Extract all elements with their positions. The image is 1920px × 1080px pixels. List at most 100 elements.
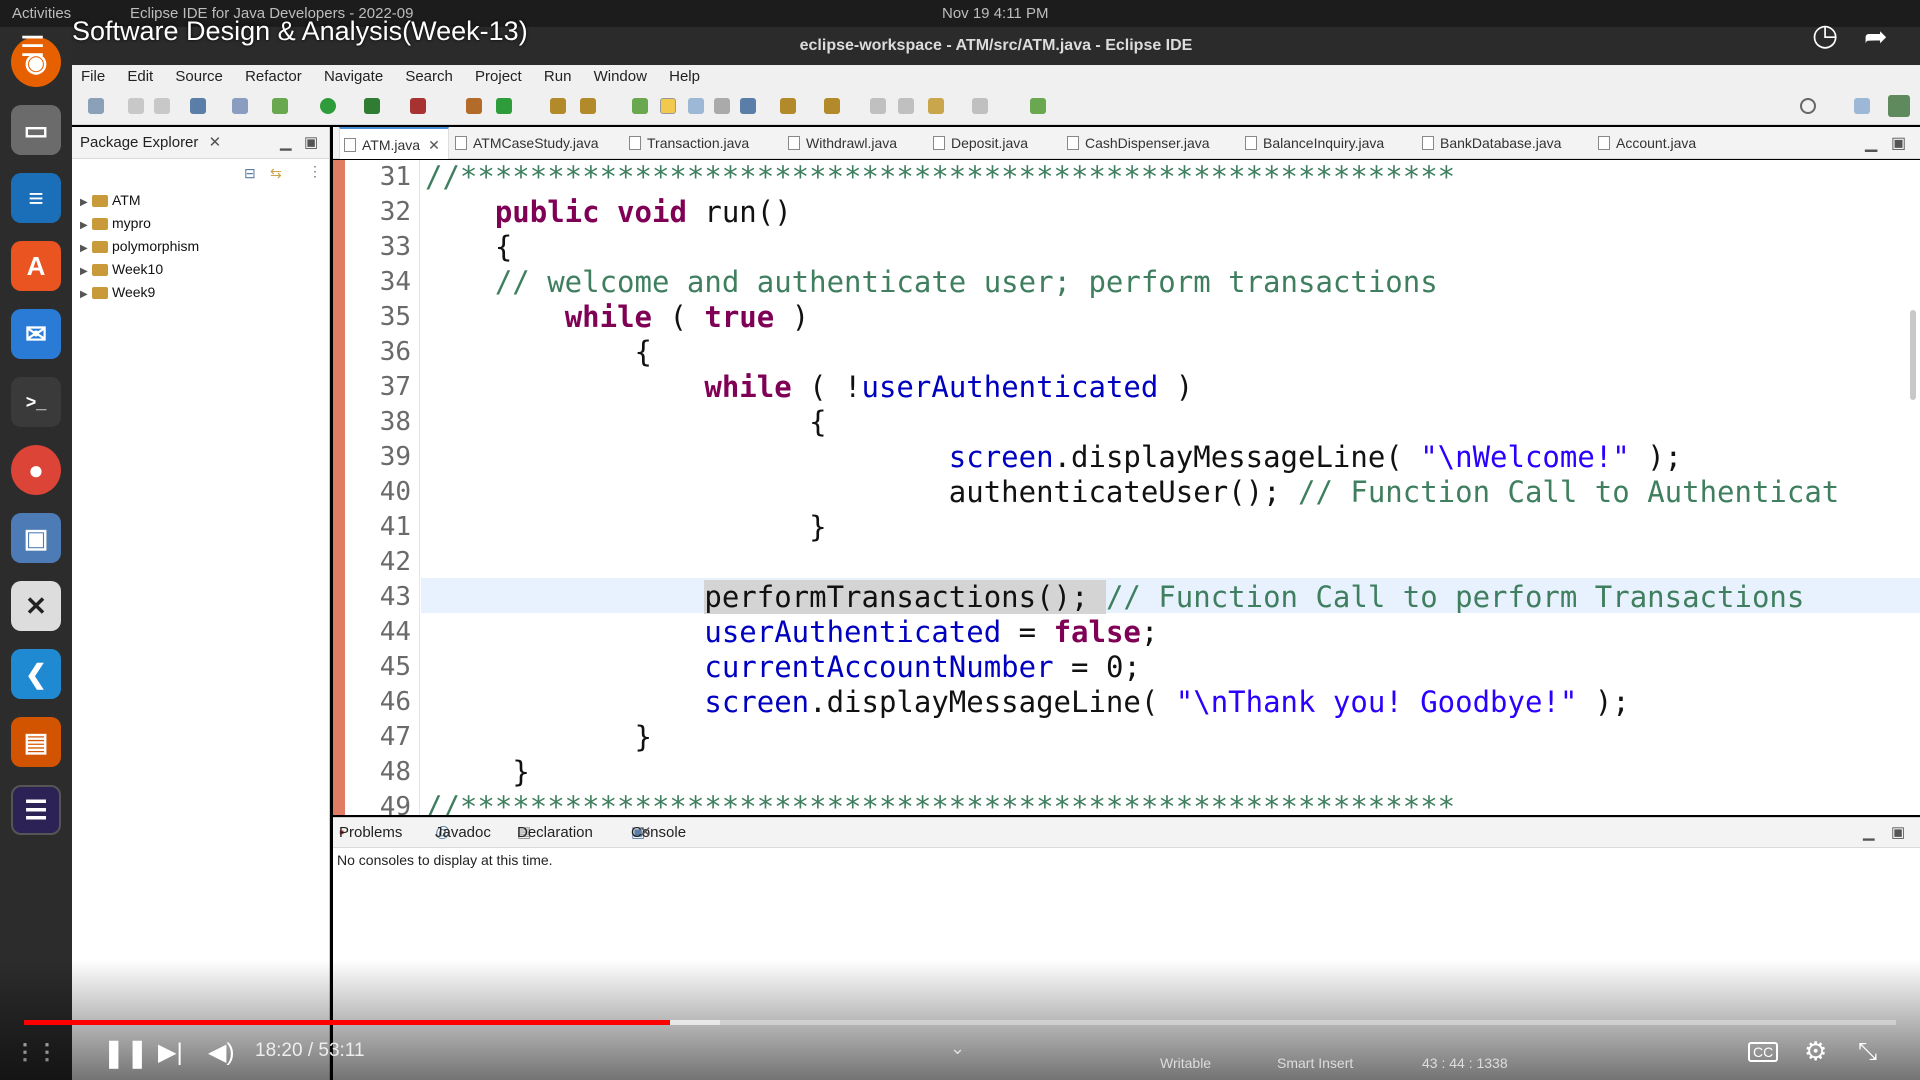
close-icon[interactable]: ✕: [209, 134, 222, 151]
show-whitespace-icon[interactable]: [740, 98, 756, 114]
terminal-icon[interactable]: >_: [11, 377, 61, 427]
tab-account-java[interactable]: Account.java: [1594, 127, 1696, 159]
tab-atm-java[interactable]: ATM.java ✕: [339, 127, 449, 159]
share-icon[interactable]: ➦: [1864, 20, 1887, 53]
files-icon[interactable]: ▭: [11, 105, 61, 155]
external-tools-icon[interactable]: [410, 98, 426, 114]
code-editor[interactable]: 31 32 33 34 35 36 37 38 39 40 41 42 43 4…: [333, 160, 1920, 815]
menu-file[interactable]: File: [81, 68, 105, 85]
close-icon[interactable]: ✕: [639, 818, 652, 848]
collapse-all-icon[interactable]: ⊟: [244, 165, 256, 182]
menu-window[interactable]: Window: [594, 68, 647, 85]
save-all-icon[interactable]: [154, 98, 170, 114]
tree-item-atm[interactable]: ▶ ATM: [80, 189, 141, 211]
tab-deposit-java[interactable]: Deposit.java: [929, 127, 1028, 159]
skip-breakpoints-icon[interactable]: [232, 98, 248, 114]
menu-project[interactable]: Project: [475, 68, 522, 85]
java-perspective-icon[interactable]: [1888, 95, 1910, 117]
maximize-icon[interactable]: ▣: [304, 127, 318, 159]
menu-icon[interactable]: ☰: [20, 30, 45, 63]
back-icon[interactable]: [928, 98, 944, 114]
next-annotation-icon[interactable]: [780, 98, 796, 114]
next-icon[interactable]: ▶|: [158, 1038, 183, 1067]
save-icon[interactable]: [128, 98, 144, 114]
block-selection-icon[interactable]: [714, 98, 730, 114]
menu-refactor[interactable]: Refactor: [245, 68, 302, 85]
forward-edit-icon[interactable]: [898, 98, 914, 114]
run-icon[interactable]: [320, 98, 336, 114]
thunderbird-icon[interactable]: ✉: [11, 309, 61, 359]
minimize-icon[interactable]: ▁: [1863, 818, 1875, 848]
maximize-icon[interactable]: ▣: [1891, 818, 1905, 848]
menu-run[interactable]: Run: [544, 68, 572, 85]
watch-later-icon[interactable]: ◷: [1812, 18, 1838, 53]
expand-icon[interactable]: ▶: [80, 284, 92, 306]
tree-item-mypro[interactable]: ▶ mypro: [80, 212, 151, 234]
code-line: {: [494, 230, 513, 264]
new-class-icon[interactable]: [496, 98, 512, 114]
minimize-icon[interactable]: ▁: [1865, 133, 1877, 153]
last-edit-icon[interactable]: [870, 98, 886, 114]
open-perspective-icon[interactable]: [1854, 98, 1870, 114]
tab-balanceinquiry-java[interactable]: BalanceInquiry.java: [1241, 127, 1384, 159]
view-menu-icon[interactable]: ⋮: [308, 163, 322, 180]
forward-icon[interactable]: [972, 98, 988, 114]
expand-icon[interactable]: ▶: [80, 238, 92, 260]
link-editor-icon[interactable]: ⇆: [270, 165, 282, 182]
word-wrap-icon[interactable]: [688, 98, 704, 114]
search-icon[interactable]: [1800, 98, 1816, 114]
clock[interactable]: Nov 19 4:11 PM: [942, 5, 1048, 22]
maximize-icon[interactable]: ▣: [1891, 133, 1906, 153]
tab-transaction-java[interactable]: Transaction.java: [625, 127, 749, 159]
pause-icon[interactable]: ❚❚: [102, 1036, 149, 1069]
line-number: 31: [379, 162, 411, 192]
tab-atmcasestudy-java[interactable]: ATMCaseStudy.java: [451, 127, 599, 159]
line-number: 36: [379, 337, 411, 367]
tab-withdrawl-java[interactable]: Withdrawl.java: [784, 127, 897, 159]
close-icon[interactable]: ✕: [428, 137, 440, 153]
prev-annotation-icon[interactable]: [824, 98, 840, 114]
line-number: 42: [379, 547, 411, 577]
mark-occurrences-icon[interactable]: [660, 98, 676, 114]
impress-icon[interactable]: ▤: [11, 717, 61, 767]
menu-help[interactable]: Help: [669, 68, 700, 85]
video-progress-fill: [24, 1020, 670, 1025]
menu-navigate[interactable]: Navigate: [324, 68, 383, 85]
tree-item-polymorphism[interactable]: ▶ polymorphism: [80, 235, 199, 257]
pin-editor-icon[interactable]: [1030, 98, 1046, 114]
search-toolbar-icon[interactable]: [580, 98, 596, 114]
tab-bankdatabase-java[interactable]: BankDatabase.java: [1418, 127, 1561, 159]
tab-cashdispenser-java[interactable]: CashDispenser.java: [1063, 127, 1210, 159]
vscode-icon[interactable]: ❮: [11, 649, 61, 699]
eclipse-icon[interactable]: ☰: [11, 785, 61, 835]
menu-edit[interactable]: Edit: [127, 68, 153, 85]
project-icon: [92, 264, 108, 277]
minimize-icon[interactable]: ▁: [280, 127, 292, 159]
annotation-icon[interactable]: [632, 98, 648, 114]
expand-icon[interactable]: ▶: [80, 215, 92, 237]
vertical-scrollbar[interactable]: [1910, 310, 1916, 400]
menu-source[interactable]: Source: [175, 68, 223, 85]
new-icon[interactable]: [88, 98, 104, 114]
volume-icon[interactable]: ◀): [208, 1038, 234, 1067]
xmind-icon[interactable]: ✕: [11, 581, 61, 631]
menu-search[interactable]: Search: [405, 68, 453, 85]
chevron-down-icon[interactable]: ⌄: [950, 1038, 965, 1059]
screenshot-icon[interactable]: ▣: [11, 513, 61, 563]
open-type-icon[interactable]: [550, 98, 566, 114]
chrome-icon[interactable]: ●: [11, 445, 61, 495]
coverage-icon[interactable]: [364, 98, 380, 114]
expand-icon[interactable]: ▶: [80, 261, 92, 283]
expand-icon[interactable]: ▶: [80, 192, 92, 214]
status-bar: Writable Smart Insert 43 : 44 : 1338: [1110, 1053, 1920, 1080]
tree-item-week9[interactable]: ▶ Week9: [80, 281, 155, 303]
new-package-icon[interactable]: [466, 98, 482, 114]
package-explorer-title[interactable]: Package Explorer: [80, 134, 198, 151]
writer-icon[interactable]: ≡: [11, 173, 61, 223]
tree-item-week10[interactable]: ▶ Week10: [80, 258, 163, 280]
debug-icon[interactable]: [272, 98, 288, 114]
software-icon[interactable]: A: [11, 241, 61, 291]
terminal-toolbar-icon[interactable]: [190, 98, 206, 114]
java-file-icon: [344, 138, 356, 152]
activities-button[interactable]: Activities: [12, 5, 71, 22]
